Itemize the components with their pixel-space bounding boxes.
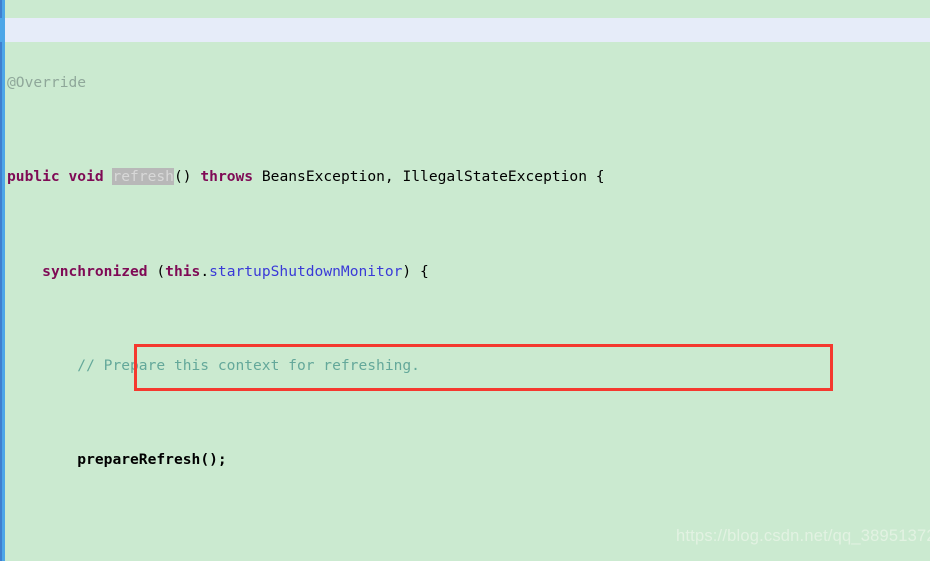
indent-3 [7,451,77,468]
indent-2 [7,357,77,374]
method-name-refresh[interactable]: refresh [112,168,174,186]
code-line-5[interactable]: prepareRefresh(); [0,448,930,472]
code-line-2[interactable]: public void refresh() throws BeansExcept… [0,165,930,189]
keyword-synchronized: synchronized [42,262,148,280]
comma-1: , [384,168,403,186]
paren-open-2: ( [147,262,166,280]
field-startup-shutdown-monitor: startupShutdownMonitor [209,262,403,280]
keyword-public: public [7,168,60,186]
indent-1 [7,263,42,280]
space-5 [587,168,596,185]
keyword-throws: throws [200,168,254,186]
comment-prepare-context: // Prepare this context for refreshing. [77,356,420,374]
annotation-override: @Override [7,73,87,91]
paren-open-1: ( [173,168,183,186]
call-prepare-refresh[interactable]: prepareRefresh [77,451,200,468]
code-block[interactable]: @Override public void refresh() throws B… [0,0,930,561]
dot-1: . [200,262,210,280]
brace-open-1: { [595,168,605,186]
keyword-void: void [68,168,104,186]
type-beans-exception: BeansException [261,168,385,186]
code-line-1[interactable]: @Override [0,71,930,95]
paren-close-1: ) [182,168,192,186]
type-illegal-state-exception: IllegalStateException [402,168,587,186]
code-line-3[interactable]: synchronized (this.startupShutdownMonito… [0,260,930,284]
code-screenshot: @Override public void refresh() throws B… [0,0,930,561]
space-4 [253,168,262,185]
watermark-text: https://blog.csdn.net/qq_38951372 [676,527,930,545]
space-1 [60,168,69,185]
keyword-this: this [165,262,201,280]
paren-close-brace-1: ) { [402,262,429,280]
code-line-4[interactable]: // Prepare this context for refreshing. [0,354,930,378]
parens-1: (); [200,451,227,469]
